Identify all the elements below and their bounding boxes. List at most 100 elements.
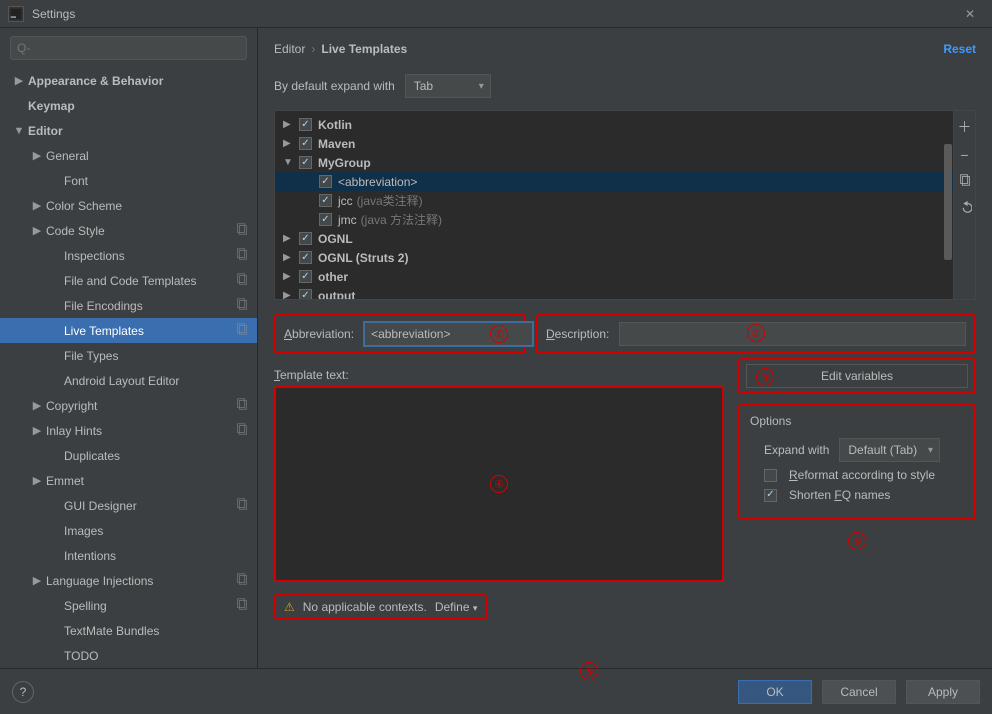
sidebar-item-color-scheme[interactable]: ▶Color Scheme (0, 193, 257, 218)
template-checkbox[interactable] (319, 213, 332, 226)
templates-tree[interactable]: ▶Kotlin▶Maven▼MyGroup<abbreviation>jcc(j… (275, 111, 953, 299)
scheme-icon (235, 297, 249, 314)
template-row[interactable]: ▶ output (275, 286, 953, 299)
template-row[interactable]: ▶other (275, 267, 953, 286)
expand-with-combo[interactable]: Default (Tab) (839, 438, 940, 462)
sidebar-item-emmet[interactable]: ▶Emmet (0, 468, 257, 493)
template-row[interactable]: ▶OGNL (Struts 2) (275, 248, 953, 267)
template-label: OGNL (318, 232, 353, 246)
sidebar-item-spelling[interactable]: Spelling (0, 593, 257, 618)
description-label: Description: (546, 327, 609, 341)
template-row[interactable]: ▶Kotlin (275, 115, 953, 134)
sidebar-item-intentions[interactable]: Intentions (0, 543, 257, 568)
sidebar-item-textmate-bundles[interactable]: TextMate Bundles (0, 618, 257, 643)
reset-link[interactable]: Reset (943, 42, 976, 56)
description-input[interactable] (619, 322, 966, 346)
apply-button[interactable]: Apply (906, 680, 980, 704)
template-label: Maven (318, 137, 355, 151)
expander-icon: ▶ (283, 290, 295, 299)
expander-icon: ▶ (30, 224, 44, 238)
undo-icon[interactable] (958, 200, 972, 217)
template-row[interactable]: ▼MyGroup (275, 153, 953, 172)
template-label: jmc (338, 213, 357, 227)
edit-variables-label: Edit variables (821, 369, 893, 383)
scheme-icon (235, 497, 249, 514)
sidebar-item-gui-designer[interactable]: GUI Designer (0, 493, 257, 518)
expander-icon: ▶ (30, 474, 44, 488)
expander-icon (48, 324, 62, 338)
sidebar-item-android-layout-editor[interactable]: Android Layout Editor (0, 368, 257, 393)
sidebar-item-label: Inlay Hints (46, 424, 102, 438)
template-checkbox[interactable] (299, 289, 312, 299)
template-checkbox[interactable] (319, 175, 332, 188)
templates-toolbar: ＋ − (953, 111, 975, 299)
ok-button[interactable]: OK (738, 680, 812, 704)
template-row[interactable]: ▶OGNL (275, 229, 953, 248)
sidebar-item-code-style[interactable]: ▶Code Style (0, 218, 257, 243)
sidebar-item-appearance-behavior[interactable]: ▶Appearance & Behavior (0, 68, 257, 93)
template-checkbox[interactable] (299, 232, 312, 245)
template-label: OGNL (Struts 2) (318, 251, 408, 265)
settings-tree[interactable]: ▶Appearance & BehaviorKeymap▼Editor▶Gene… (0, 68, 257, 668)
scrollbar[interactable] (943, 111, 953, 299)
template-checkbox[interactable] (319, 194, 332, 207)
template-checkbox[interactable] (299, 137, 312, 150)
edit-variables-button[interactable]: Edit variables (746, 364, 968, 388)
reformat-checkbox[interactable] (764, 469, 777, 482)
scheme-icon (235, 397, 249, 414)
shorten-fq-checkbox[interactable] (764, 489, 777, 502)
scheme-icon (235, 572, 249, 589)
copy-icon[interactable] (958, 173, 972, 190)
marker-2: ② (747, 324, 765, 342)
cancel-button[interactable]: Cancel (822, 680, 896, 704)
marker-4: ④ (490, 475, 508, 493)
template-row[interactable]: ▶Maven (275, 134, 953, 153)
remove-icon[interactable]: − (960, 147, 968, 163)
options-header: Options (750, 414, 964, 428)
help-button[interactable]: ? (12, 681, 34, 703)
description-group: Description: ② (536, 314, 976, 354)
sidebar-item-duplicates[interactable]: Duplicates (0, 443, 257, 468)
template-checkbox[interactable] (299, 251, 312, 264)
template-label: output (318, 289, 355, 300)
sidebar-item-file-encodings[interactable]: File Encodings (0, 293, 257, 318)
template-row[interactable]: <abbreviation> (275, 172, 953, 191)
template-checkbox[interactable] (299, 118, 312, 131)
breadcrumb-editor[interactable]: Editor (274, 42, 305, 56)
sidebar-item-font[interactable]: Font (0, 168, 257, 193)
template-checkbox[interactable] (299, 156, 312, 169)
sidebar-item-file-and-code-templates[interactable]: File and Code Templates (0, 268, 257, 293)
sidebar-item-editor[interactable]: ▼Editor (0, 118, 257, 143)
sidebar-item-language-injections[interactable]: ▶Language Injections (0, 568, 257, 593)
expander-icon (48, 624, 62, 638)
sidebar-item-copyright[interactable]: ▶Copyright (0, 393, 257, 418)
sidebar-item-inlay-hints[interactable]: ▶Inlay Hints (0, 418, 257, 443)
sidebar-item-keymap[interactable]: Keymap (0, 93, 257, 118)
template-checkbox[interactable] (299, 270, 312, 283)
sidebar-item-inspections[interactable]: Inspections (0, 243, 257, 268)
default-expand-combo[interactable]: Tab (405, 74, 491, 98)
scheme-icon (235, 422, 249, 439)
abbreviation-label: AAbbreviation:bbreviation: (284, 327, 354, 341)
expander-icon (48, 524, 62, 538)
sidebar-item-todo[interactable]: TODO (0, 643, 257, 668)
titlebar: Settings ✕ (0, 0, 992, 28)
template-label: jcc (338, 194, 353, 208)
template-text-editor[interactable]: ④ (274, 386, 724, 582)
add-icon[interactable]: ＋ (958, 117, 972, 137)
expander-icon: ▼ (283, 157, 295, 168)
expander-icon (48, 599, 62, 613)
close-icon[interactable]: ✕ (956, 7, 984, 21)
sidebar-item-file-types[interactable]: File Types (0, 343, 257, 368)
templates-panel: ▶Kotlin▶Maven▼MyGroup<abbreviation>jcc(j… (274, 110, 976, 300)
options-group: Options Expand with Default (Tab) Reform… (738, 404, 976, 520)
sidebar-item-general[interactable]: ▶General (0, 143, 257, 168)
sidebar-item-label: File Types (64, 349, 118, 363)
template-row[interactable]: jmc(java 方法注释) (275, 210, 953, 229)
define-context-link[interactable]: Define ▾ (435, 600, 478, 614)
sidebar-item-live-templates[interactable]: Live Templates (0, 318, 257, 343)
template-row[interactable]: jcc(java类注释) (275, 191, 953, 210)
shorten-fq-label: Shorten FQ names (789, 488, 890, 502)
search-input[interactable] (10, 36, 247, 60)
sidebar-item-images[interactable]: Images (0, 518, 257, 543)
